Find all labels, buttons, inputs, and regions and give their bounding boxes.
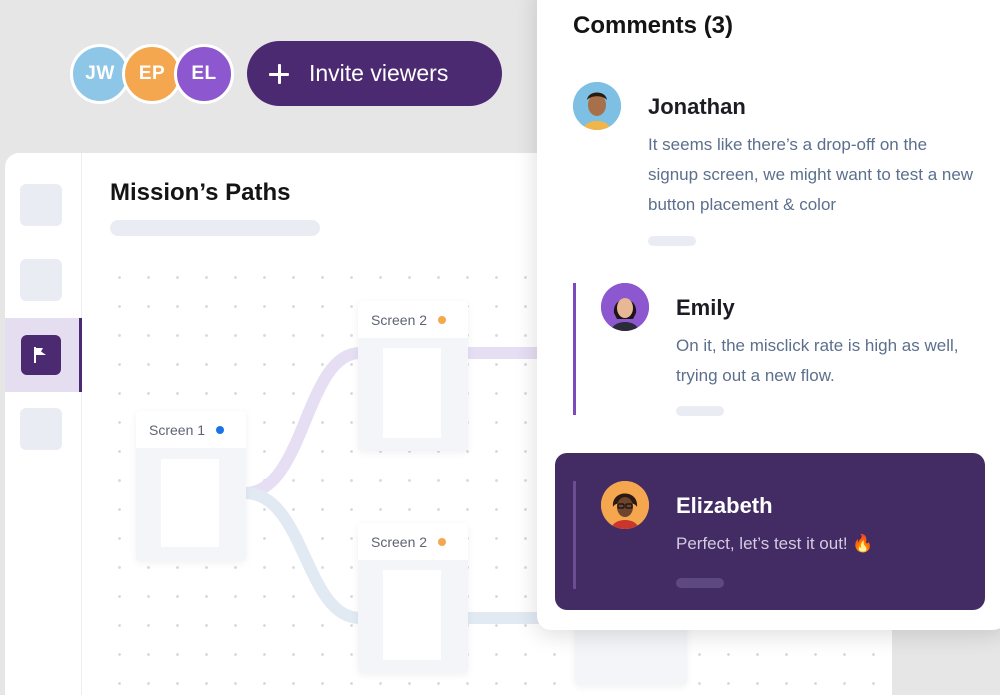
- avatar-initials: EP: [138, 63, 166, 84]
- comment-text: It seems like there’s a drop-off on the …: [648, 135, 974, 214]
- status-dot: [438, 537, 447, 546]
- avatar[interactable]: EP: [122, 44, 182, 104]
- screen-preview: [161, 459, 219, 547]
- avatar[interactable]: EL: [174, 44, 234, 104]
- comments-title: Comments (3): [573, 12, 734, 39]
- screen-node[interactable]: [575, 623, 687, 685]
- avatar-initials: EL: [191, 63, 217, 84]
- screen-label: Screen 1: [149, 421, 206, 438]
- comments-panel: Comments (3) Jonathan It seems like ther…: [537, 0, 1000, 630]
- screen-preview: [383, 348, 441, 438]
- reply-thread-bar: [573, 283, 576, 415]
- screen-preview: [383, 570, 441, 660]
- avatar[interactable]: [601, 283, 649, 331]
- app-stage: JW EP EL Invite viewers Mission’s Paths …: [0, 0, 1000, 695]
- comment-meta-placeholder: [676, 578, 724, 588]
- avatar[interactable]: [573, 82, 621, 130]
- status-dot: [216, 425, 225, 434]
- comment-text: Perfect, let’s test it out! 🔥: [676, 534, 874, 553]
- avatar[interactable]: [601, 481, 649, 529]
- screen-node[interactable]: Screen 2: [358, 523, 468, 673]
- comment-meta-placeholder: [648, 236, 696, 246]
- comment-author: Elizabeth: [676, 493, 773, 518]
- status-dot: [438, 315, 447, 324]
- screen-node[interactable]: Screen 1: [136, 411, 246, 561]
- screen-label: Screen 2: [371, 533, 428, 550]
- comment-author: Jonathan: [648, 94, 746, 119]
- invite-viewers-button[interactable]: Invite viewers: [247, 41, 502, 106]
- screen-node[interactable]: Screen 2: [358, 301, 468, 451]
- avatar[interactable]: JW: [70, 44, 130, 104]
- comment-meta-placeholder: [676, 406, 724, 416]
- comment-text: On it, the misclick rate is high as well…: [676, 336, 959, 385]
- plus-icon: [269, 63, 289, 84]
- screen-label: Screen 2: [371, 311, 428, 328]
- reply-thread-bar: [573, 481, 576, 589]
- invite-viewers-label: Invite viewers: [309, 60, 449, 86]
- highlighted-comment[interactable]: Elizabeth Perfect, let’s test it out! 🔥: [555, 453, 985, 610]
- comment-author: Emily: [676, 295, 735, 320]
- avatar-initials: JW: [85, 63, 115, 84]
